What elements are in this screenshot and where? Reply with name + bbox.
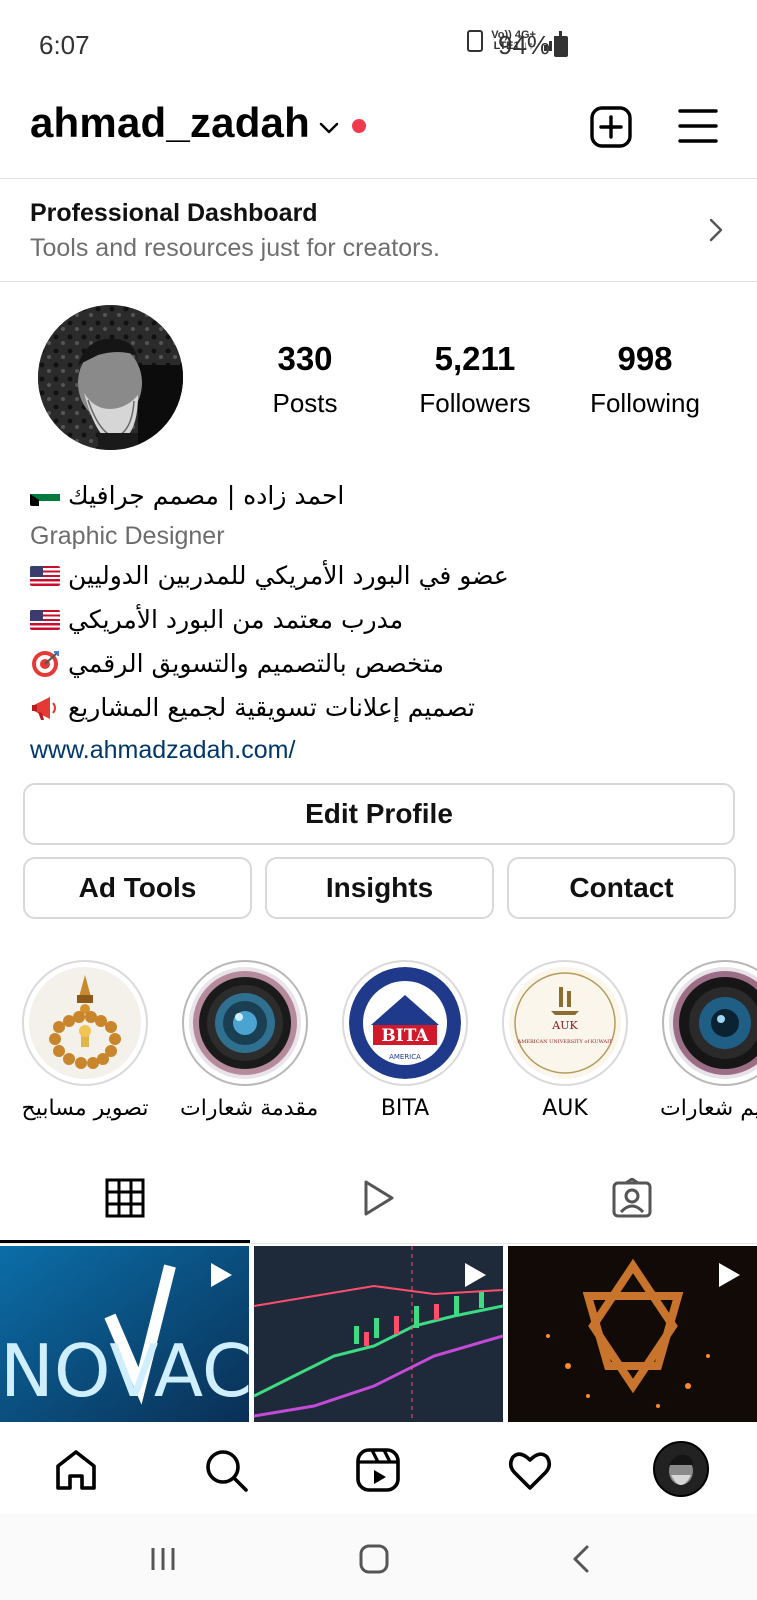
highlight-label: مقدمة شعارات — [180, 1096, 319, 1121]
post-text: NOVAC — [0, 1329, 249, 1413]
professional-dashboard[interactable]: Professional Dashboard Tools and resourc… — [0, 178, 757, 282]
bio-line-1: عضو في البورد الأمريكي للمدربين الدوليين — [30, 554, 720, 598]
edit-profile-button[interactable]: Edit Profile — [23, 783, 735, 845]
profile-avatar-nav[interactable] — [653, 1441, 709, 1497]
active-tab-indicator — [0, 1240, 250, 1243]
reels-play-icon[interactable] — [358, 1178, 398, 1218]
bita-logo-text: BITA — [381, 1026, 429, 1046]
post-thumbnail[interactable] — [508, 1246, 757, 1422]
highlight-label: تصوير مسابيح — [21, 1096, 149, 1121]
bio-line-3-text: متخصص بالتصميم والتسويق الرقمي — [68, 649, 445, 678]
battery-icon — [554, 36, 568, 57]
recent-apps-icon[interactable] — [146, 1542, 180, 1576]
auk-logo-text: AUK — [551, 1019, 578, 1032]
followers-label: Followers — [419, 388, 531, 418]
auk-logo-sub: AMERICAN UNIVERSITY of KUWAIT — [517, 1039, 613, 1045]
dashboard-title: Professional Dashboard — [30, 199, 318, 227]
camera-lens-blue-icon — [669, 967, 757, 1079]
bio-category: Graphic Designer — [30, 522, 225, 550]
story-highlight[interactable]: مقدمة شعارات — [180, 960, 319, 1121]
followers-count: 5,211 — [434, 340, 516, 377]
menu-icon[interactable] — [678, 107, 718, 145]
highlight-label: AUK — [542, 1096, 588, 1121]
username[interactable]: ahmad_zadah — [30, 99, 310, 147]
posts-grid: NOVAC — [0, 1246, 757, 1422]
status-bar: 6:07 Vo)) 4G+ LTE1 ↓↑ 94% — [0, 0, 757, 90]
status-time: 6:07 — [39, 30, 90, 60]
highlight-ring — [22, 960, 148, 1086]
system-navigation — [0, 1514, 757, 1600]
following-count: 998 — [617, 340, 673, 377]
prayer-beads-icon — [29, 967, 141, 1079]
story-highlight[interactable]: AUK AMERICAN UNIVERSITY of KUWAIT AUK — [500, 960, 630, 1121]
usa-flag-icon — [30, 566, 60, 586]
bio-line-4: تصميم إعلانات تسويقية لجميع المشاريع — [30, 686, 720, 730]
followers-stat[interactable]: 5,211 Followers — [405, 340, 545, 419]
heart-icon[interactable] — [506, 1446, 554, 1494]
story-highlight[interactable]: تصوير مسابيح — [20, 960, 150, 1121]
highlight-ring: AUK AMERICAN UNIVERSITY of KUWAIT — [502, 960, 628, 1086]
reel-icon — [465, 1263, 486, 1287]
chevron-right-icon — [709, 218, 723, 242]
search-icon[interactable] — [202, 1446, 250, 1494]
following-label: Following — [590, 388, 700, 418]
usa-flag-icon — [30, 610, 60, 630]
target-icon — [32, 651, 59, 677]
megaphone-icon — [32, 697, 56, 720]
bio-line-2-text: مدرب معتمد من البورد الأمريكي — [68, 605, 404, 634]
bio-website-link[interactable]: www.ahmadzadah.com/ — [30, 730, 720, 770]
reel-icon — [211, 1263, 232, 1287]
sim-icon — [467, 30, 484, 52]
battery-percent: 94% — [498, 30, 551, 60]
home-button-icon[interactable] — [357, 1542, 391, 1576]
profile-bio: احمد زاده | مصمم جرافيك Graphic Designer… — [30, 474, 720, 770]
reel-icon — [719, 1263, 740, 1287]
highlight-ring — [662, 960, 757, 1086]
highlight-label: تصميم شعارات — [660, 1096, 757, 1121]
posts-stat[interactable]: 330 Posts — [250, 340, 360, 419]
bio-name-line: احمد زاده | مصمم جرافيك — [30, 474, 720, 518]
posts-label: Posts — [272, 388, 338, 418]
highlight-ring — [182, 960, 308, 1086]
highlight-ring: BITA AMERICA — [342, 960, 468, 1086]
camera-lens-icon — [189, 967, 301, 1079]
dashboard-subtitle: Tools and resources just for creators. — [30, 234, 440, 262]
contact-button[interactable]: Contact — [507, 857, 736, 919]
insights-button[interactable]: Insights — [265, 857, 494, 919]
profile-avatar[interactable] — [38, 305, 183, 450]
ad-tools-button[interactable]: Ad Tools — [23, 857, 252, 919]
bio-line-2: مدرب معتمد من البورد الأمريكي — [30, 598, 720, 642]
highlight-label: BITA — [380, 1096, 430, 1121]
chevron-down-icon[interactable] — [318, 117, 340, 139]
posts-count: 330 — [277, 340, 333, 377]
profile-header: ahmad_zadah — [0, 95, 757, 175]
reels-icon[interactable] — [354, 1446, 402, 1494]
post-thumbnail[interactable] — [254, 1246, 503, 1422]
profile-tabs — [0, 1160, 757, 1244]
story-highlight[interactable]: BITA AMERICA BITA — [340, 960, 470, 1121]
grid-icon[interactable] — [105, 1178, 145, 1218]
bio-name: احمد زاده | مصمم جرافيك — [68, 481, 345, 510]
bita-logo-sub: AMERICA — [389, 1053, 421, 1061]
bita-logo-icon: BITA AMERICA — [349, 967, 461, 1079]
new-post-icon[interactable] — [589, 105, 633, 149]
post-thumbnail[interactable]: NOVAC — [0, 1246, 249, 1422]
notification-dot — [352, 119, 366, 133]
back-icon[interactable] — [565, 1542, 599, 1576]
kuwait-flag-icon — [30, 486, 60, 506]
bio-line-3: متخصص بالتصميم والتسويق الرقمي — [30, 642, 720, 686]
bottom-navigation — [0, 1422, 757, 1514]
bio-line-4-text: تصميم إعلانات تسويقية لجميع المشاريع — [68, 693, 476, 722]
home-icon[interactable] — [52, 1446, 100, 1494]
following-stat[interactable]: 998 Following — [575, 340, 715, 419]
tagged-icon[interactable] — [612, 1178, 652, 1218]
auk-logo-icon: AUK AMERICAN UNIVERSITY of KUWAIT — [509, 967, 621, 1079]
bio-line-1-text: عضو في البورد الأمريكي للمدربين الدوليين — [68, 561, 509, 590]
story-highlight[interactable]: تصميم شعارات — [660, 960, 757, 1121]
